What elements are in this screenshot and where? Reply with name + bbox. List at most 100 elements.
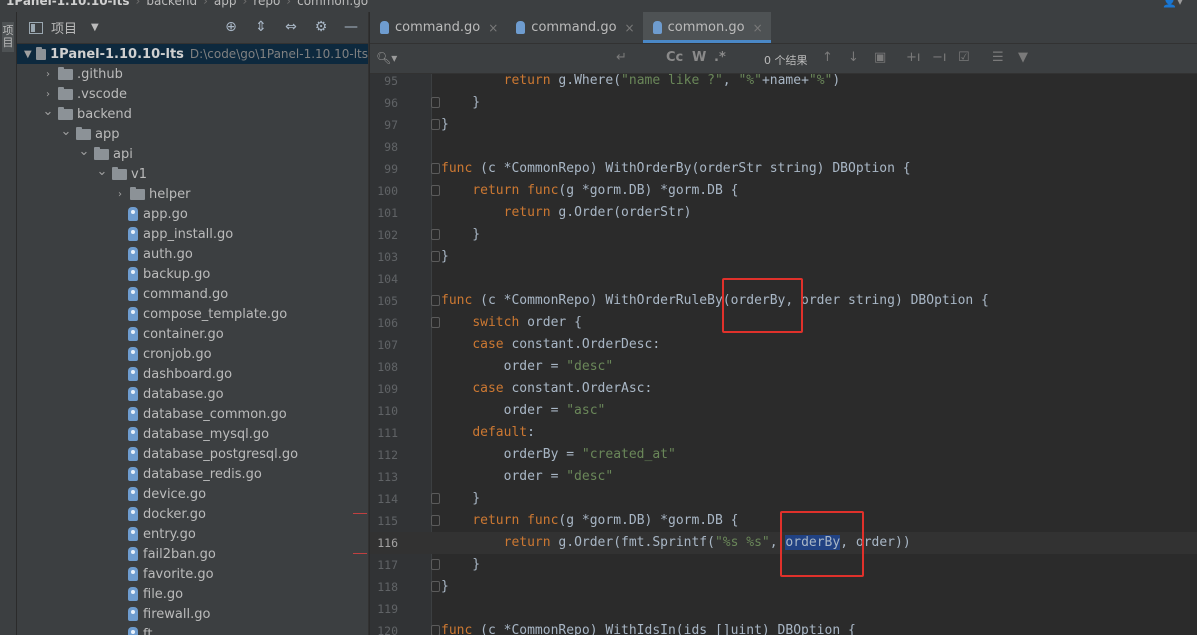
arrow-up-icon[interactable]: ↑ xyxy=(822,50,833,65)
fold-marker-icon[interactable] xyxy=(431,97,440,108)
arrow-down-icon[interactable]: ↓ xyxy=(848,50,859,65)
tree-item[interactable]: database_common.go xyxy=(17,404,368,424)
whole-word-option[interactable]: W xyxy=(692,50,706,65)
close-icon[interactable]: × xyxy=(753,21,763,35)
tree-item[interactable]: ⌄ app xyxy=(17,124,368,144)
code-line[interactable]: 113 order = "desc" xyxy=(370,466,1197,488)
chevron-down-icon[interactable]: ▼ xyxy=(91,22,99,33)
fold-marker-icon[interactable] xyxy=(431,229,440,240)
tree-item[interactable]: entry.go xyxy=(17,524,368,544)
fold-marker-icon[interactable] xyxy=(431,119,440,130)
tree-item[interactable]: container.go xyxy=(17,324,368,344)
project-tool-button[interactable]: 项目 xyxy=(2,22,14,52)
code-line[interactable]: 96 } xyxy=(370,92,1197,114)
search-icon[interactable]: 🔍︎▾ xyxy=(376,51,397,65)
match-case-option[interactable]: Cc xyxy=(666,50,683,65)
tree-item[interactable]: › .github xyxy=(17,64,368,84)
code-line[interactable]: 107 case constant.OrderDesc: xyxy=(370,334,1197,356)
code-line[interactable]: 111 default: xyxy=(370,422,1197,444)
tree-item[interactable]: app_install.go xyxy=(17,224,368,244)
fold-marker-icon[interactable] xyxy=(431,493,440,504)
code-line[interactable]: 101 return g.Order(orderStr) xyxy=(370,202,1197,224)
code-line[interactable]: 120 func (c *CommonRepo) WithIdsIn(ids []… xyxy=(370,620,1197,635)
fold-marker-icon[interactable] xyxy=(431,295,440,306)
tree-item[interactable]: backup.go xyxy=(17,264,368,284)
expand-all-icon[interactable]: ⇕ xyxy=(252,19,270,35)
tree-item[interactable]: ft... xyxy=(17,624,368,635)
close-icon[interactable]: × xyxy=(488,21,498,35)
tree-item[interactable]: database_postgresql.go xyxy=(17,444,368,464)
tree-item[interactable]: favorite.go xyxy=(17,564,368,584)
select-all-occurrences-icon[interactable]: ☑ xyxy=(958,50,970,65)
chevron-down-icon[interactable]: ⌄ xyxy=(95,164,109,179)
tree-item[interactable]: ⌄ v1 xyxy=(17,164,368,184)
add-selection-icon[interactable]: +ı xyxy=(906,50,921,65)
chevron-down-icon[interactable]: ⌄ xyxy=(41,104,55,119)
newline-icon[interactable]: ↵ xyxy=(616,50,627,65)
user-icon[interactable]: 👤▾ xyxy=(1162,0,1183,8)
chevron-right-icon[interactable]: › xyxy=(113,189,127,200)
tree-item[interactable]: database_mysql.go xyxy=(17,424,368,444)
remove-selection-icon[interactable]: −ı xyxy=(932,50,947,65)
tree-item[interactable]: compose_template.go xyxy=(17,304,368,324)
tab-command-go[interactable]: command.go × xyxy=(506,12,642,43)
code-line[interactable]: 98 xyxy=(370,136,1197,158)
code-line[interactable]: 118} xyxy=(370,576,1197,598)
close-icon[interactable]: × xyxy=(625,21,635,35)
tree-item[interactable]: docker.go xyxy=(17,504,368,524)
fold-marker-icon[interactable] xyxy=(431,163,440,174)
tree-item[interactable]: database.go xyxy=(17,384,368,404)
fold-marker-icon[interactable] xyxy=(431,559,440,570)
tab-command-go[interactable]: command.go × xyxy=(370,12,506,43)
tree-item[interactable]: ⌄ backend xyxy=(17,104,368,124)
fold-marker-icon[interactable] xyxy=(431,515,440,526)
fold-marker-icon[interactable] xyxy=(431,317,440,328)
tree-item[interactable]: firewall.go xyxy=(17,604,368,624)
chevron-down-icon[interactable]: ▼ xyxy=(23,49,33,60)
tree-item[interactable]: cronjob.go xyxy=(17,344,368,364)
fold-marker-icon[interactable] xyxy=(431,251,440,262)
tree-item[interactable]: command.go xyxy=(17,284,368,304)
filter-icon[interactable]: ▼ xyxy=(1018,50,1028,65)
tree-item[interactable]: dashboard.go xyxy=(17,364,368,384)
fold-marker-icon[interactable] xyxy=(431,581,440,592)
code-line[interactable]: 119 xyxy=(370,598,1197,620)
code-line[interactable]: 103} xyxy=(370,246,1197,268)
tab-common-go[interactable]: common.go × xyxy=(642,12,771,43)
code-line[interactable]: 102 } xyxy=(370,224,1197,246)
tree-item[interactable]: file.go xyxy=(17,584,368,604)
project-panel-title[interactable]: 项目 xyxy=(51,18,77,37)
tree-item[interactable]: › .vscode xyxy=(17,84,368,104)
tree-item[interactable]: › helper xyxy=(17,184,368,204)
tree-root-row[interactable]: ▼ 1Panel-1.10.10-lts D:\code\go\1Panel-1… xyxy=(17,44,368,64)
code-line[interactable]: 112 orderBy = "created_at" xyxy=(370,444,1197,466)
code-line[interactable]: 100 return func(g *gorm.DB) *gorm.DB { xyxy=(370,180,1197,202)
fold-marker-icon[interactable] xyxy=(431,185,440,196)
locate-icon[interactable]: ⊕ xyxy=(222,19,240,35)
breadcrumb-item-backend[interactable]: backend xyxy=(146,0,197,8)
select-all-icon[interactable]: ▣ xyxy=(874,50,886,65)
code-line[interactable]: 97} xyxy=(370,114,1197,136)
tree-item[interactable]: device.go xyxy=(17,484,368,504)
tree-item[interactable]: database_redis.go xyxy=(17,464,368,484)
code-line[interactable]: 114 } xyxy=(370,488,1197,510)
code-line[interactable]: 99 func (c *CommonRepo) WithOrderBy(order… xyxy=(370,158,1197,180)
code-editor[interactable]: 95 return g.Where("name like ?", "%"+nam… xyxy=(370,74,1197,635)
code-line[interactable]: 109 case constant.OrderAsc: xyxy=(370,378,1197,400)
tree-item[interactable]: ⌄ api xyxy=(17,144,368,164)
regex-option[interactable]: .* xyxy=(714,50,726,65)
in-selection-icon[interactable]: ☰ xyxy=(992,50,1004,65)
code-line[interactable]: 95 return g.Where("name like ?", "%"+nam… xyxy=(370,74,1197,92)
breadcrumb-root[interactable]: 1Panel-1.10.10-lts xyxy=(6,0,130,8)
gear-icon[interactable]: ⚙ xyxy=(312,19,330,35)
chevron-right-icon[interactable]: › xyxy=(41,89,55,100)
chevron-down-icon[interactable]: ⌄ xyxy=(59,124,73,139)
tree-item[interactable]: fail2ban.go xyxy=(17,544,368,564)
collapse-all-icon[interactable]: ⇔ xyxy=(282,19,300,35)
breadcrumb-item-app[interactable]: app xyxy=(214,0,237,8)
tree-item[interactable]: app.go xyxy=(17,204,368,224)
code-line[interactable]: 110 order = "asc" xyxy=(370,400,1197,422)
breadcrumb-item-repo[interactable]: repo xyxy=(253,0,280,8)
tree-item[interactable]: auth.go xyxy=(17,244,368,264)
minimize-icon[interactable]: — xyxy=(342,19,360,35)
